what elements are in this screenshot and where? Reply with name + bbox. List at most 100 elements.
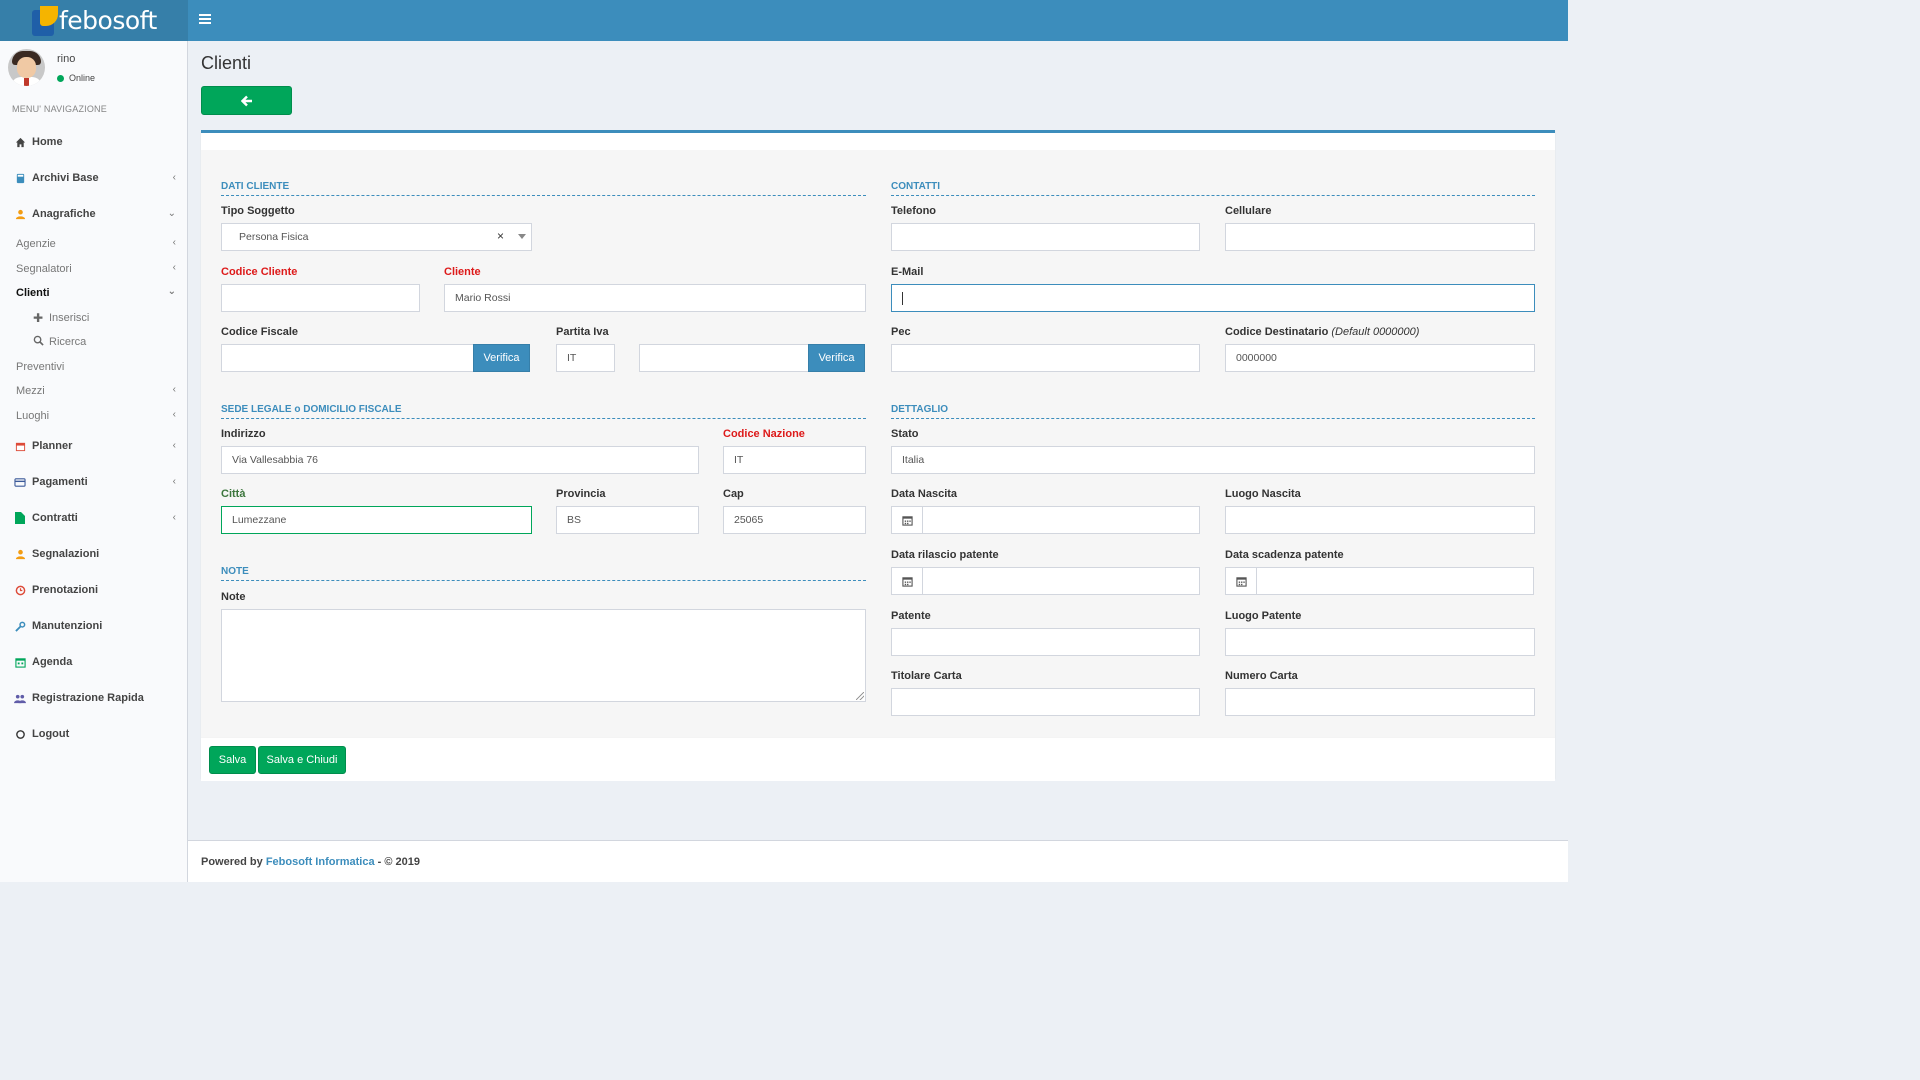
calendar-icon xyxy=(14,440,26,452)
sidebar-item-logout[interactable]: Logout xyxy=(0,716,188,752)
save-and-close-button[interactable]: Salva e Chiudi xyxy=(258,746,346,774)
verifica-codice-fiscale-button[interactable]: Verifica xyxy=(473,344,530,372)
calendar-icon[interactable] xyxy=(891,506,922,534)
sidebar-item-anagrafiche[interactable]: Anagrafiche ⌄ xyxy=(0,196,188,232)
cliente-input[interactable]: Mario Rossi xyxy=(444,284,866,312)
data-nascita-input[interactable] xyxy=(922,506,1200,534)
user-status: Online xyxy=(57,73,95,83)
sidebar-item-inserisci[interactable]: ✚ Inserisci xyxy=(0,306,188,331)
note-textarea[interactable] xyxy=(221,609,866,702)
patente-input[interactable] xyxy=(891,628,1200,656)
sidebar-item-agenda[interactable]: Agenda xyxy=(0,644,188,680)
sidebar-item-pagamenti[interactable]: Pagamenti ‹ xyxy=(0,464,188,500)
sidebar-item-registrazione-rapida[interactable]: Registrazione Rapida xyxy=(0,680,188,716)
email-label: E-Mail xyxy=(891,266,924,278)
luogo-nascita-input[interactable] xyxy=(1225,506,1535,534)
numero-carta-input[interactable] xyxy=(1225,688,1535,716)
sidebar-item-label: Planner xyxy=(32,440,73,452)
stato-label: Stato xyxy=(891,428,919,440)
sidebar-item-ricerca[interactable]: Ricerca xyxy=(0,330,188,355)
nav-header: MENU' NAVIGAZIONE xyxy=(12,104,107,114)
sidebar-item-contratti[interactable]: Contratti ‹ xyxy=(0,500,188,536)
pec-input[interactable] xyxy=(891,344,1200,372)
telefono-input[interactable] xyxy=(891,223,1200,251)
numero-carta-label: Numero Carta xyxy=(1225,670,1298,682)
codice-cliente-input[interactable] xyxy=(221,284,420,312)
sidebar-item-label: Segnalazioni xyxy=(32,548,100,560)
wrench-icon xyxy=(14,620,26,632)
luogo-patente-input[interactable] xyxy=(1225,628,1535,656)
save-button[interactable]: Salva xyxy=(209,746,256,774)
sidebar-item-archivi-base[interactable]: Archivi Base ‹ xyxy=(0,160,188,196)
sidebar-item-planner[interactable]: Planner ‹ xyxy=(0,428,188,464)
calendar-icon[interactable] xyxy=(891,567,922,595)
codice-destinatario-value: 0000000 xyxy=(1236,352,1277,364)
sidebar-menu: Home Archivi Base ‹ Anagrafiche ⌄ Agenzi… xyxy=(0,124,188,752)
clear-selection-icon[interactable]: × xyxy=(497,229,504,243)
cellulare-input[interactable] xyxy=(1225,223,1535,251)
users-icon xyxy=(14,692,26,704)
resize-handle-icon[interactable] xyxy=(856,692,864,700)
form-actions: Salva Salva e Chiudi xyxy=(201,737,1555,781)
data-rilascio-patente-input[interactable] xyxy=(922,567,1200,595)
sidebar-item-segnalatori[interactable]: Segnalatori ‹ xyxy=(0,257,188,282)
stato-input[interactable]: Italia xyxy=(891,446,1535,474)
provincia-value: BS xyxy=(567,514,582,526)
sidebar-item-preventivi[interactable]: Preventivi xyxy=(0,355,188,380)
cap-input[interactable]: 25065 xyxy=(723,506,866,534)
codice-fiscale-input[interactable] xyxy=(221,344,474,372)
section-contatti: CONTATTI xyxy=(891,181,1535,196)
chevron-down-icon[interactable] xyxy=(518,234,526,239)
sidebar-item-home[interactable]: Home xyxy=(0,124,188,160)
patente-label: Patente xyxy=(891,610,931,622)
user-name: rino xyxy=(57,53,76,65)
section-sede-legale: SEDE LEGALE o DOMICILIO FISCALE xyxy=(221,404,866,419)
chevron-left-icon: ‹ xyxy=(172,261,176,273)
sidebar-toggle-icon[interactable] xyxy=(199,14,211,26)
codice-nazione-value: IT xyxy=(734,454,744,466)
citta-input[interactable]: Lumezzane xyxy=(221,506,532,534)
chevron-down-icon: ⌄ xyxy=(167,208,176,219)
provincia-input[interactable]: BS xyxy=(556,506,699,534)
data-scadenza-patente-input[interactable] xyxy=(1256,567,1534,595)
partita-iva-input[interactable] xyxy=(639,344,809,372)
telefono-label: Telefono xyxy=(891,205,937,217)
avatar xyxy=(8,49,45,86)
cap-label: Cap xyxy=(723,488,744,500)
sidebar-item-label: Preventivi xyxy=(16,360,65,373)
sidebar-item-label: Clienti xyxy=(16,287,50,300)
data-scadenza-patente-label: Data scadenza patente xyxy=(1225,549,1344,561)
stato-value: Italia xyxy=(902,454,925,466)
luogo-nascita-label: Luogo Nascita xyxy=(1225,488,1301,500)
partita-iva-prefix-input[interactable]: IT xyxy=(556,344,615,372)
sidebar-item-agenzie[interactable]: Agenzie ‹ xyxy=(0,232,188,257)
sidebar-item-manutenzioni[interactable]: Manutenzioni xyxy=(0,608,188,644)
email-input[interactable] xyxy=(891,284,1535,312)
indirizzo-input[interactable]: Via Vallesabbia 76 xyxy=(221,446,699,474)
back-button[interactable] xyxy=(201,86,292,115)
codice-nazione-input[interactable]: IT xyxy=(723,446,866,474)
credit-card-icon xyxy=(14,476,26,488)
chevron-left-icon: ‹ xyxy=(172,512,176,523)
sidebar-item-label: Inserisci xyxy=(49,311,90,324)
codice-fiscale-label: Codice Fiscale xyxy=(221,326,299,338)
calendar-icon[interactable] xyxy=(1225,567,1256,595)
sidebar-item-luoghi[interactable]: Luoghi ‹ xyxy=(0,404,188,429)
sidebar-item-mezzi[interactable]: Mezzi ‹ xyxy=(0,379,188,404)
sidebar-item-label: Luoghi xyxy=(16,409,50,422)
tipo-soggetto-select[interactable]: Persona Fisica xyxy=(221,223,532,251)
user-icon xyxy=(14,208,26,220)
chevron-left-icon: ‹ xyxy=(172,172,176,183)
company-link[interactable]: Febosoft Informatica xyxy=(266,856,375,868)
titolare-carta-input[interactable] xyxy=(891,688,1200,716)
tipo-soggetto-label: Tipo Soggetto xyxy=(221,205,295,217)
codice-destinatario-hint: (Default 0000000) xyxy=(1331,326,1420,338)
sidebar-item-clienti[interactable]: Clienti ⌄ xyxy=(0,281,188,306)
chevron-left-icon: ‹ xyxy=(172,440,176,451)
sidebar-item-segnalazioni[interactable]: Segnalazioni xyxy=(0,536,188,572)
verifica-partita-iva-button[interactable]: Verifica xyxy=(808,344,865,372)
logo[interactable]: febosoft xyxy=(0,0,188,41)
sidebar-item-prenotazioni[interactable]: Prenotazioni xyxy=(0,572,188,608)
tipo-soggetto-value: Persona Fisica xyxy=(239,231,309,243)
codice-destinatario-input[interactable]: 0000000 xyxy=(1225,344,1535,372)
